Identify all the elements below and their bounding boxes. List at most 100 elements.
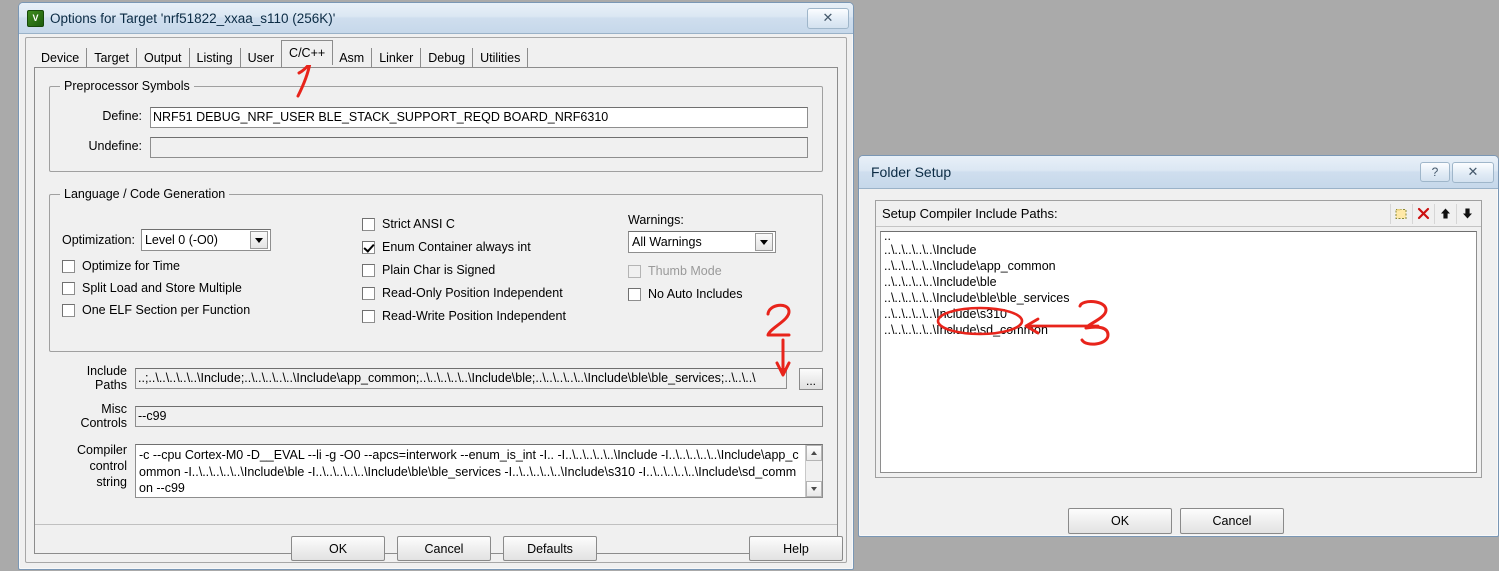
ok-button[interactable]: OK	[291, 536, 385, 561]
warnings-value: All Warnings	[632, 235, 702, 249]
no-auto-includes-checkbox[interactable]: No Auto Includes	[628, 287, 798, 301]
include-paths-browse-button[interactable]: ...	[799, 368, 823, 390]
thumb-mode-label: Thumb Mode	[648, 264, 722, 278]
plain-char-signed-label: Plain Char is Signed	[382, 263, 496, 277]
language-right-column: Warnings: All Warnings Thumb Mode No Aut…	[628, 213, 798, 304]
include-paths-toolbar	[1390, 203, 1478, 224]
tab-listing[interactable]: Listing	[190, 48, 241, 68]
enum-container-label: Enum Container always int	[382, 240, 531, 254]
checkbox-icon	[362, 309, 375, 323]
preprocessor-group-title: Preprocessor Symbols	[60, 79, 194, 93]
checkbox-icon	[628, 264, 641, 278]
tab-utilities[interactable]: Utilities	[473, 48, 529, 68]
read-only-position-independent-label: Read-Only Position Independent	[382, 286, 563, 300]
optimization-select[interactable]: Level 0 (-O0)	[140, 229, 271, 251]
options-window-title: Options for Target 'nrf51822_xxaa_s110 (…	[50, 10, 336, 26]
strict-ansi-c-checkbox[interactable]: Strict ANSI C	[362, 217, 637, 231]
tab-asm[interactable]: Asm	[332, 48, 373, 68]
list-item[interactable]: ..\..\..\..\..\Include\ble	[884, 274, 1473, 290]
compiler-control-string-row: Compiler control string -c --cpu Cortex-…	[49, 442, 823, 504]
tab-debug[interactable]: Debug	[421, 48, 474, 68]
list-item[interactable]: ..\..\..\..\..\Include	[884, 242, 1473, 258]
include-paths-input[interactable]: ..;..\..\..\..\..\Include;..\..\..\..\..…	[135, 368, 787, 389]
language-group-title: Language / Code Generation	[60, 187, 230, 201]
checkbox-icon	[362, 286, 375, 300]
chevron-down-icon[interactable]	[755, 233, 773, 251]
move-down-icon[interactable]	[1456, 203, 1478, 224]
include-paths-label-line2: Paths	[95, 378, 127, 392]
language-left-column: Optimization: Level 0 (-O0) Optimize for…	[62, 229, 322, 320]
scroll-down-icon[interactable]	[806, 481, 822, 497]
optimization-label: Optimization:	[62, 233, 135, 247]
preprocessor-symbols-group: Preprocessor Symbols Define: NRF51 DEBUG…	[49, 79, 823, 172]
compiler-string-scrollbar[interactable]	[805, 445, 822, 497]
checkbox-icon	[628, 287, 641, 301]
help-icon[interactable]: ?	[1420, 161, 1450, 182]
chevron-down-icon[interactable]	[249, 231, 268, 249]
scroll-up-icon[interactable]	[806, 445, 822, 461]
options-for-target-dialog: V Options for Target 'nrf51822_xxaa_s110…	[18, 2, 854, 570]
move-up-icon[interactable]	[1434, 203, 1456, 224]
compiler-control-string-textarea[interactable]: -c --cpu Cortex-M0 -D__EVAL --li -g -O0 …	[135, 444, 823, 498]
list-item[interactable]: ..\..\..\..\..\Include\sd_common	[884, 322, 1473, 338]
include-paths-label: Include Paths	[49, 364, 127, 392]
include-paths-panel: Setup Compiler Include Paths: .. ..\..\.…	[875, 200, 1482, 478]
read-write-position-independent-checkbox[interactable]: Read-Write Position Independent	[362, 309, 637, 323]
folder-setup-titlebar: Folder Setup ? ✕	[859, 156, 1498, 189]
compiler-label-line2: control	[89, 459, 127, 473]
split-load-store-checkbox[interactable]: Split Load and Store Multiple	[62, 281, 322, 295]
keil-uvision-icon: V	[27, 9, 44, 27]
undefine-input[interactable]	[150, 137, 808, 158]
checkbox-icon	[362, 217, 375, 231]
enum-container-checkbox[interactable]: Enum Container always int	[362, 240, 637, 254]
close-icon[interactable]: ✕	[1452, 161, 1494, 183]
tab-c-cpp[interactable]: C/C++	[281, 40, 334, 65]
compiler-control-string-label: Compiler control string	[49, 442, 127, 490]
delete-icon[interactable]	[1412, 203, 1434, 224]
misc-controls-input[interactable]: --c99	[135, 406, 823, 427]
folder-setup-window-title: Folder Setup	[871, 164, 952, 180]
tab-output[interactable]: Output	[137, 48, 190, 68]
plain-char-signed-checkbox[interactable]: Plain Char is Signed	[362, 263, 637, 277]
options-button-bar: OK Cancel Defaults Help	[35, 536, 843, 562]
desktop-background: { "options_dialog": { "title": "Options …	[0, 0, 1499, 571]
list-item[interactable]: ..\..\..\..\..\Include\app_common	[884, 258, 1473, 274]
split-load-store-label: Split Load and Store Multiple	[82, 281, 242, 295]
tab-linker[interactable]: Linker	[372, 48, 422, 68]
misc-controls-label: Misc Controls	[49, 402, 127, 430]
new-folder-icon[interactable]	[1390, 203, 1412, 224]
optimization-value: Level 0 (-O0)	[144, 233, 218, 247]
tab-user[interactable]: User	[241, 48, 283, 68]
define-input[interactable]: NRF51 DEBUG_NRF_USER BLE_STACK_SUPPORT_R…	[150, 107, 808, 128]
compiler-label-line1: Compiler	[76, 443, 127, 457]
options-content-frame: Device Target Output Listing User C/C++ …	[25, 37, 847, 563]
include-paths-list[interactable]: .. ..\..\..\..\..\Include ..\..\..\..\..…	[880, 231, 1477, 473]
tab-device[interactable]: Device	[34, 48, 88, 68]
folder-ok-button[interactable]: OK	[1068, 508, 1172, 534]
optimize-for-time-checkbox[interactable]: Optimize for Time	[62, 259, 322, 273]
include-paths-panel-header: Setup Compiler Include Paths:	[876, 201, 1481, 227]
folder-setup-dialog: Folder Setup ? ✕ Setup Compiler Include …	[858, 155, 1499, 537]
cancel-button[interactable]: Cancel	[397, 536, 491, 561]
list-item[interactable]: ..\..\..\..\..\Include\ble\ble_services	[884, 290, 1473, 306]
include-path-s310-row[interactable]: ..\..\..\..\..\Include\s310	[884, 306, 1473, 322]
misc-controls-label-line2: Controls	[80, 416, 127, 430]
checkbox-icon	[362, 263, 375, 277]
no-auto-includes-label: No Auto Includes	[648, 287, 743, 301]
strict-ansi-c-label: Strict ANSI C	[382, 217, 455, 231]
defaults-button[interactable]: Defaults	[503, 536, 597, 561]
folder-setup-window-controls: ? ✕	[1420, 161, 1494, 183]
close-icon[interactable]: ✕	[807, 7, 849, 29]
tab-target[interactable]: Target	[87, 48, 137, 68]
folder-cancel-button[interactable]: Cancel	[1180, 508, 1284, 534]
misc-controls-row: Misc Controls --c99	[49, 402, 823, 434]
one-elf-section-checkbox[interactable]: One ELF Section per Function	[62, 303, 322, 317]
warnings-label: Warnings:	[628, 213, 684, 227]
button-bar-separator	[35, 524, 837, 525]
list-item[interactable]: ..	[884, 233, 1473, 242]
compiler-label-line3: string	[96, 475, 127, 489]
read-only-position-independent-checkbox[interactable]: Read-Only Position Independent	[362, 286, 637, 300]
compiler-control-string-value: -c --cpu Cortex-M0 -D__EVAL --li -g -O0 …	[139, 448, 799, 495]
help-button[interactable]: Help	[749, 536, 843, 561]
warnings-select[interactable]: All Warnings	[628, 231, 776, 253]
